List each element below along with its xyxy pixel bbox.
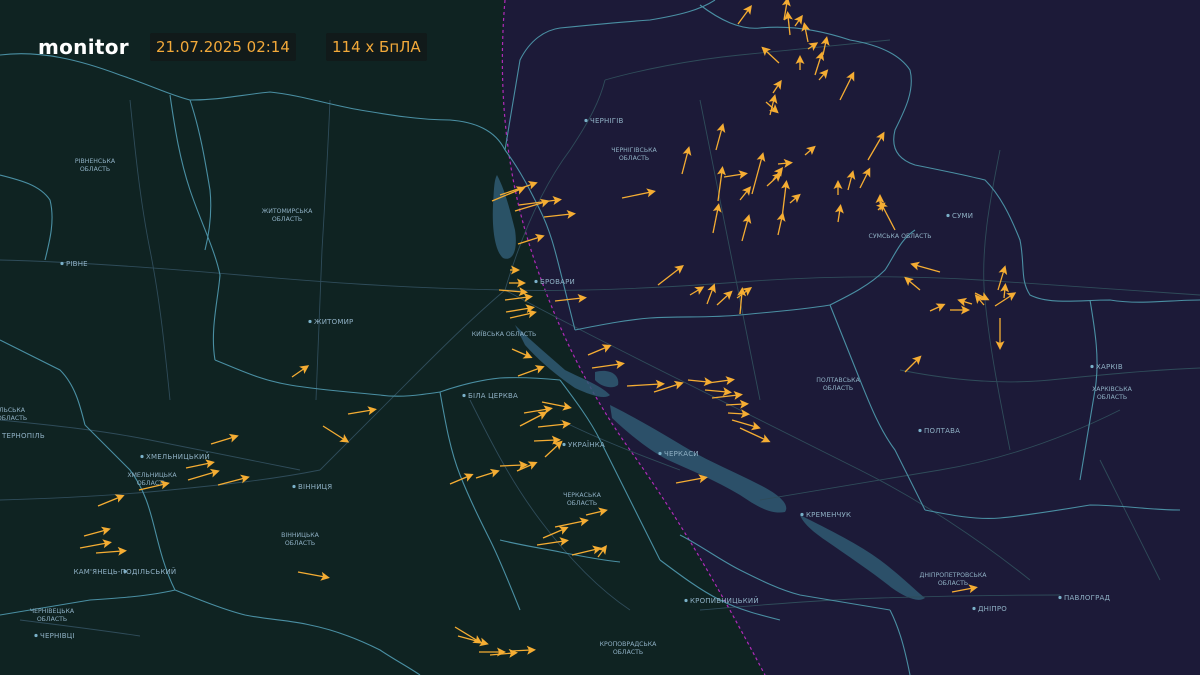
city-label-ukrainka[interactable]: УКРАЇНКА	[568, 440, 605, 449]
city-dot-bila_tserkva	[462, 393, 466, 398]
city-label-rivne[interactable]: РІВНЕ	[66, 260, 88, 268]
city-label-brovary[interactable]: БРОВАРИ	[540, 278, 575, 286]
city-label-zhytomyr[interactable]: ЖИТОМИР	[314, 318, 353, 326]
timestamp-badge: 21.07.2025 02:14	[150, 33, 296, 61]
city-dot-sumy	[946, 213, 950, 218]
region-label-chernivtsi: ЧЕРНІВЕЦЬКА	[30, 608, 75, 615]
region-label-rivne: РІВНЕНСЬКА	[75, 158, 116, 165]
city-label-poltava[interactable]: ПОЛТАВА	[924, 427, 960, 435]
region-label-chernihiv: ЧЕРНІГІВСЬКА	[611, 147, 657, 154]
city-label-chernihiv[interactable]: ЧЕРНІГІВ	[590, 117, 624, 125]
region-label-poltava: ОБЛАСТЬ	[823, 385, 853, 392]
region-label-kharkiv: ОБЛАСТЬ	[1097, 394, 1127, 401]
city-dot-rivne	[60, 261, 64, 266]
city-dot-vinnytsia	[292, 484, 296, 489]
region-label-kropyvnytskyi: КРОПОВРАДСЬКА	[600, 641, 658, 648]
city-dot-kremenchuk	[800, 512, 804, 517]
region-label-vinnytsia: ВІННИЦЬКА	[281, 532, 319, 539]
city-label-khmelnytskyi[interactable]: ХМЕЛЬНИЦЬКИЙ	[146, 452, 210, 461]
city-label-kamianets[interactable]: КАМ'ЯНЕЦЬ-ПОДІЛЬСЬКИЙ	[74, 567, 177, 576]
city-dot-ukrainka	[562, 442, 566, 447]
city-dot-chernivtsi	[34, 633, 38, 638]
region-label-poltava: ПОЛТАВСЬКА	[816, 377, 860, 384]
region-label-chernihiv: ОБЛАСТЬ	[619, 155, 649, 162]
city-label-kremenchuk[interactable]: КРЕМЕНЧУК	[806, 511, 851, 519]
city-dot-zhytomyr	[308, 319, 312, 324]
region-label-cherkasy: ОБЛАСТЬ	[567, 500, 597, 507]
city-dot-kropyvnytskyi	[684, 598, 688, 603]
city-dot-kharkiv	[1090, 364, 1094, 369]
region-label-lviv: ОБЛАСТЬ	[0, 415, 27, 422]
region-label-zhytomyr: ЖИТОМИРСЬКА	[262, 208, 314, 215]
map-canvas[interactable]: РІВНЕНСЬКАОБЛАСТЬЖИТОМИРСЬКАОБЛАСТЬЛЬСЬК…	[0, 0, 1200, 675]
region-label-zhytomyr: ОБЛАСТЬ	[272, 216, 302, 223]
city-dot-dnipro	[972, 606, 976, 611]
region-label-dnipro: ДНІПРОПЕТРОВСЬКА	[920, 572, 988, 579]
city-label-pavlohrad[interactable]: ПАВЛОГРАД	[1064, 594, 1111, 602]
city-dot-pavlohrad	[1058, 595, 1062, 600]
city-dot-cherkasy	[658, 451, 662, 456]
region-label-sumy: СУМСЬКА ОБЛАСТЬ	[869, 233, 932, 240]
city-label-kharkiv[interactable]: ХАРКІВ	[1096, 363, 1123, 371]
city-label-sumy[interactable]: СУМИ	[952, 212, 973, 220]
drone-count-badge: 114 x БпЛА	[326, 33, 427, 61]
city-dot-chernihiv	[584, 118, 588, 123]
region-label-lviv: ЛЬСЬКА	[0, 407, 26, 414]
region-label-kyiv: КИЇВСЬКА ОБЛАСТЬ	[472, 329, 537, 338]
region-label-chernivtsi: ОБЛАСТЬ	[37, 616, 67, 623]
city-label-dnipro[interactable]: ДНІПРО	[978, 605, 1007, 613]
city-label-ternopil[interactable]: ТЕРНОПІЛЬ	[1, 432, 45, 440]
city-dot-poltava	[918, 428, 922, 433]
city-label-kropyvnytskyi[interactable]: КРОПИВНИЦЬКИЙ	[690, 596, 759, 605]
region-label-cherkasy: ЧЕРКАСЬКА	[563, 492, 601, 499]
region-label-khmelnytskyi: ХМЕЛЬНИЦЬКА	[127, 472, 177, 479]
city-label-cherkasy[interactable]: ЧЕРКАСИ	[664, 450, 699, 458]
region-label-vinnytsia: ОБЛАСТЬ	[285, 540, 315, 547]
region-label-kharkiv: ХАРКІВСЬКА	[1092, 386, 1133, 393]
brand-logo: monitor	[38, 35, 129, 59]
city-dot-brovary	[534, 279, 538, 284]
region-label-kropyvnytskyi: ОБЛАСТЬ	[613, 649, 643, 656]
city-dot-khmelnytskyi	[140, 454, 144, 459]
city-label-bila_tserkva[interactable]: БІЛА ЦЕРКВА	[468, 392, 518, 400]
region-label-rivne: ОБЛАСТЬ	[80, 166, 110, 173]
city-label-vinnytsia[interactable]: ВІННИЦЯ	[298, 483, 332, 491]
region-label-dnipro: ОБЛАСТЬ	[938, 580, 968, 587]
city-label-chernivtsi[interactable]: ЧЕРНІВЦІ	[40, 632, 75, 640]
